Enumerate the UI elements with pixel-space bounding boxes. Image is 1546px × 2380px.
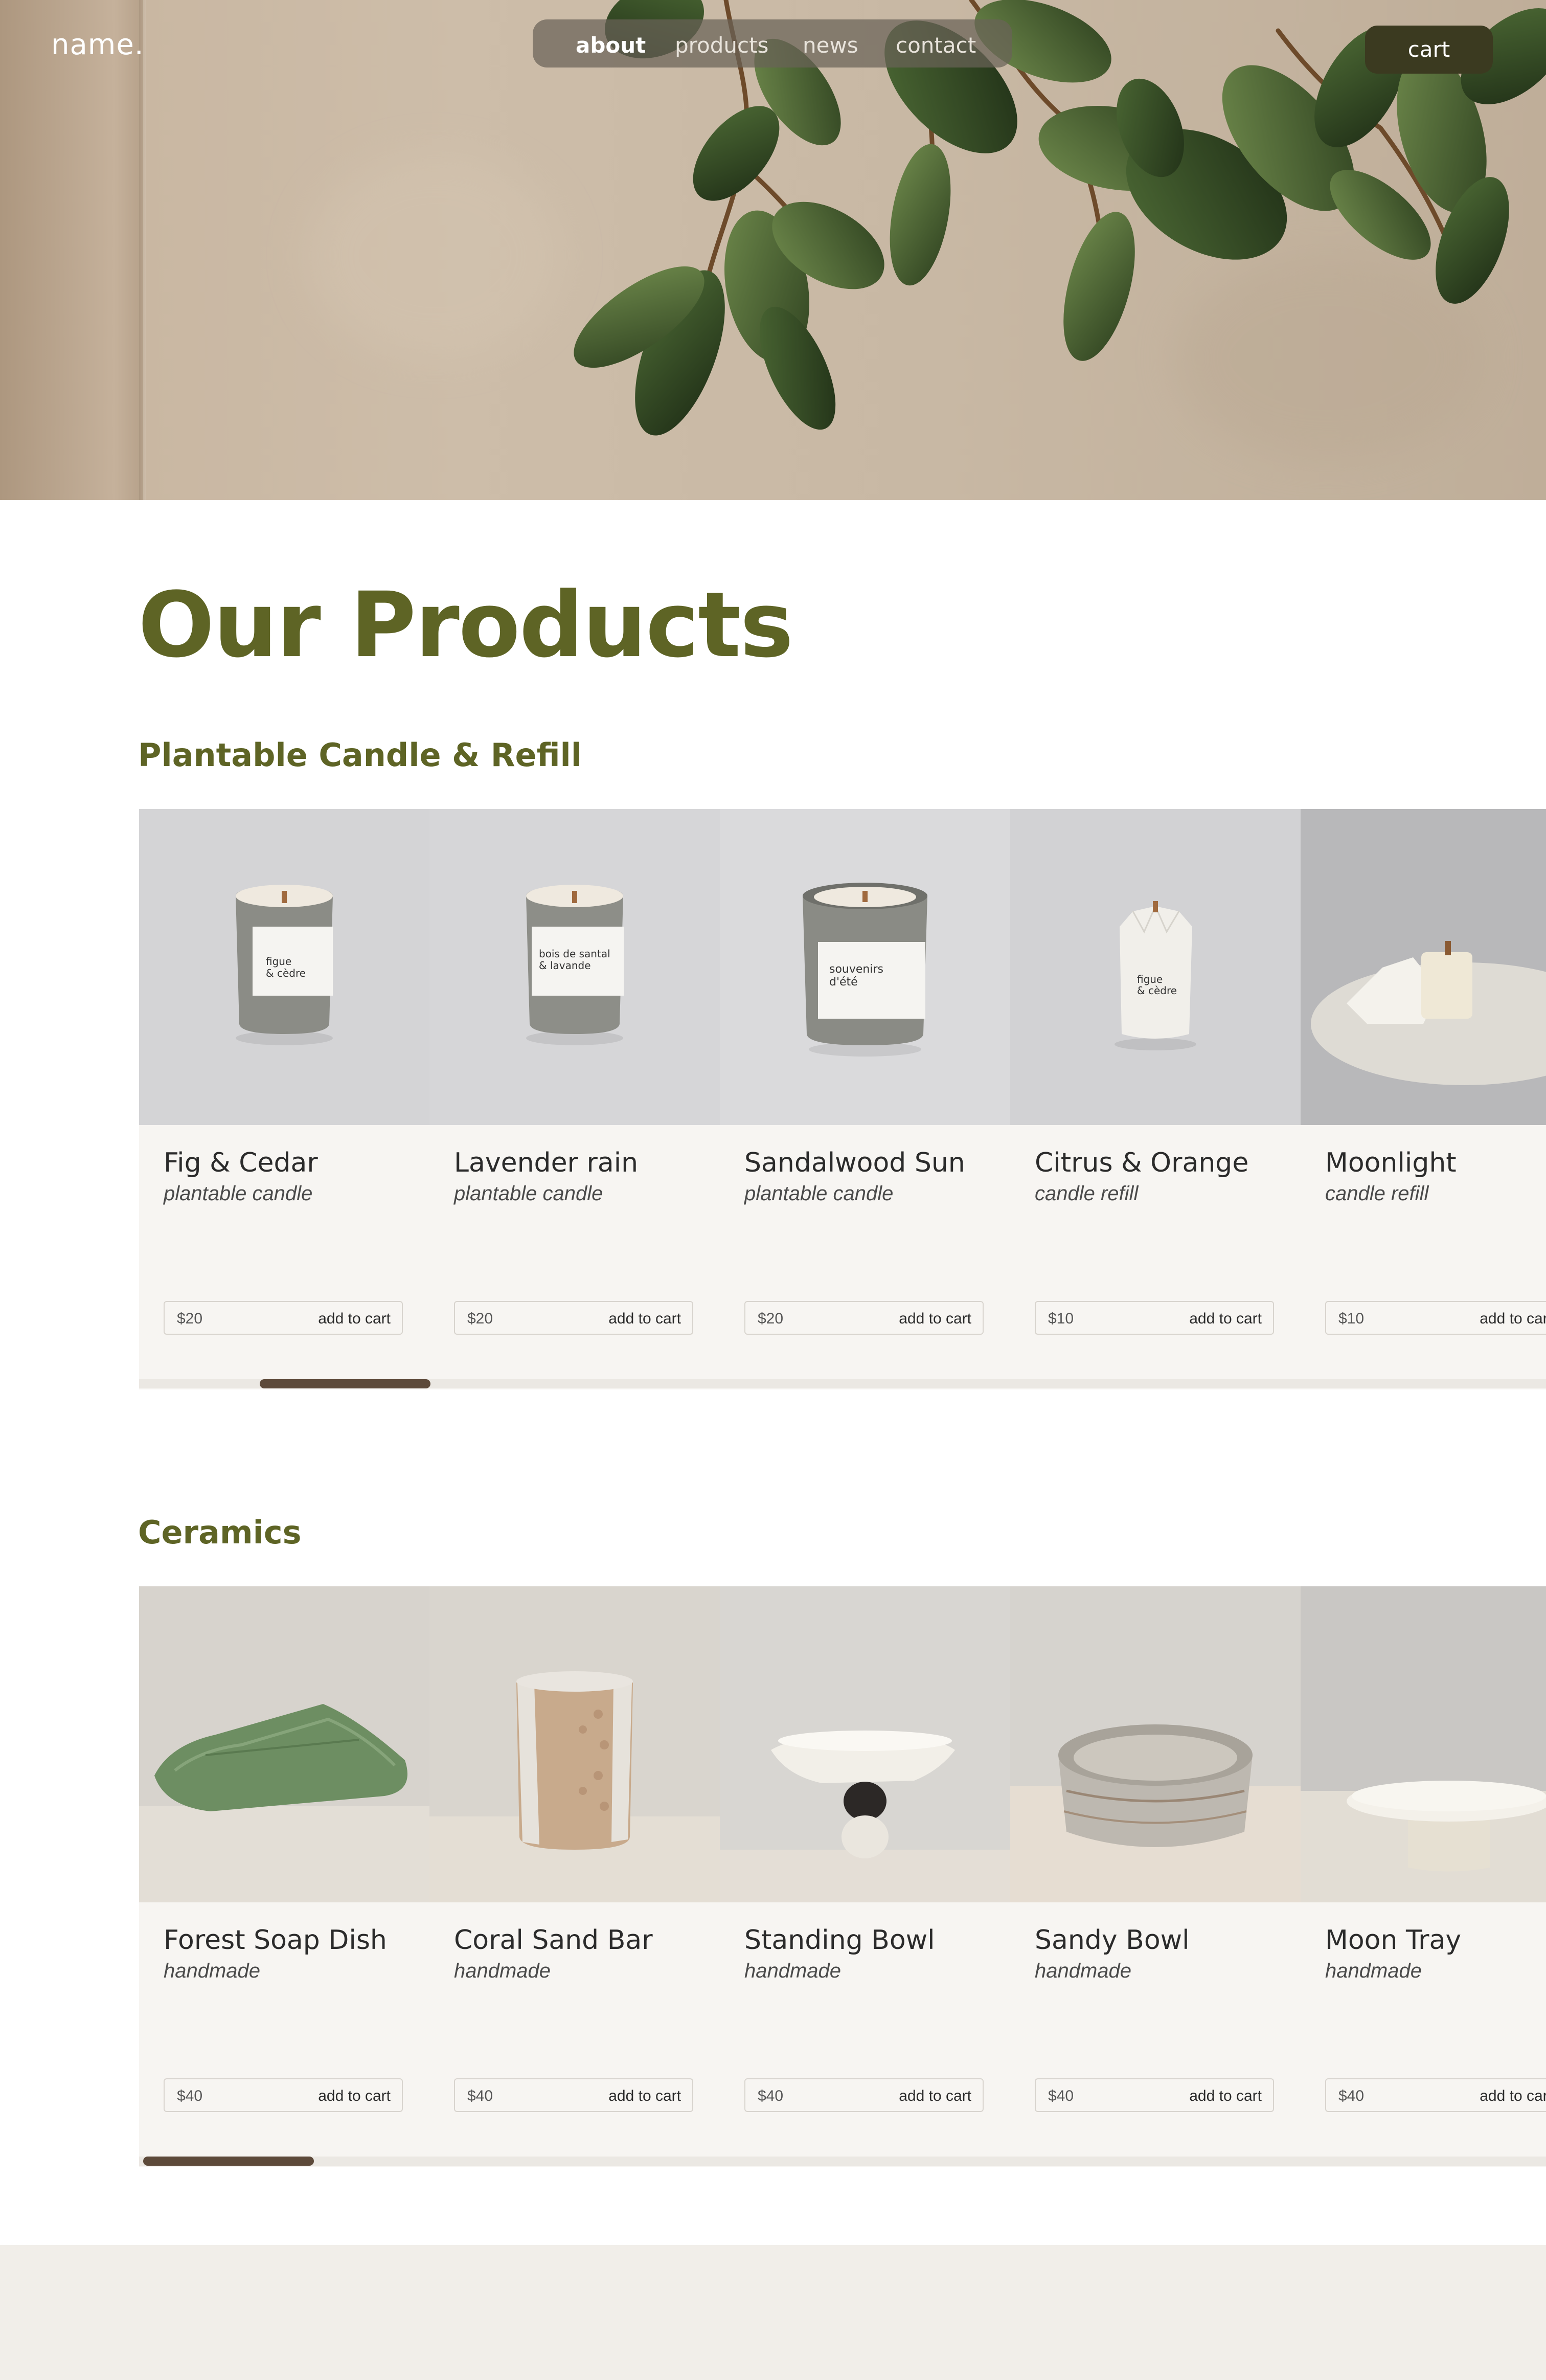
product-card[interactable]: figue & cèdre Fig & Cedar plantable cand… bbox=[139, 809, 429, 1389]
svg-text:figue: figue bbox=[1137, 973, 1163, 985]
product-card[interactable]: souvenirs d'été Sandalwood Sun plantable… bbox=[720, 809, 1010, 1389]
product-image[interactable]: souvenirs d'été bbox=[720, 809, 1010, 1125]
product-name[interactable]: Moon Tray bbox=[1325, 1925, 1461, 1956]
product-price: $40 bbox=[467, 2087, 493, 2104]
product-card[interactable]: Coral Sand Bar handmade $40 add to cart bbox=[429, 1586, 720, 2167]
nav-contact[interactable]: contact bbox=[896, 33, 976, 58]
svg-text:& lavande: & lavande bbox=[539, 959, 591, 972]
add-to-cart-label[interactable]: add to cart bbox=[899, 2087, 971, 2105]
product-price: $40 bbox=[758, 2087, 784, 2104]
product-subtitle: plantable candle bbox=[454, 1182, 603, 1205]
product-image[interactable] bbox=[1301, 1586, 1546, 1902]
add-to-cart-button[interactable]: $10 add to cart bbox=[1325, 1301, 1546, 1335]
product-name[interactable]: Coral Sand Bar bbox=[454, 1925, 653, 1956]
svg-text:figue: figue bbox=[266, 955, 291, 968]
footer bbox=[0, 2245, 1546, 2380]
add-to-cart-button[interactable]: $20 add to cart bbox=[454, 1301, 693, 1335]
product-name[interactable]: Moonlight bbox=[1325, 1148, 1457, 1178]
add-to-cart-label[interactable]: add to cart bbox=[318, 2087, 391, 2105]
add-to-cart-button[interactable]: $40 add to cart bbox=[164, 2078, 403, 2112]
product-price: $40 bbox=[1048, 2087, 1074, 2104]
plant-leaves-image bbox=[574, 0, 1546, 436]
product-card[interactable]: Sandy Bowl handmade $40 add to cart bbox=[1010, 1586, 1301, 2167]
product-carousel-ceramics[interactable]: Forest Soap Dish handmade $40 add to car… bbox=[139, 1586, 1546, 2167]
add-to-cart-label[interactable]: add to cart bbox=[1189, 1310, 1262, 1328]
svg-text:& cèdre: & cèdre bbox=[266, 967, 306, 979]
svg-text:souvenirs: souvenirs bbox=[829, 963, 883, 976]
carousel-scrollbar[interactable] bbox=[139, 2157, 1546, 2166]
brand-logo[interactable]: name. bbox=[51, 28, 144, 61]
product-subtitle: handmade bbox=[164, 1960, 261, 1982]
product-card[interactable]: Moonlight candle refill $10 add to cart bbox=[1301, 809, 1546, 1389]
product-image[interactable] bbox=[139, 1586, 429, 1902]
add-to-cart-label[interactable]: add to cart bbox=[608, 2087, 681, 2105]
product-subtitle: plantable candle bbox=[164, 1182, 313, 1205]
page-title: Our Products bbox=[138, 573, 793, 678]
add-to-cart-button[interactable]: $40 add to cart bbox=[1035, 2078, 1274, 2112]
add-to-cart-label[interactable]: add to cart bbox=[318, 1310, 391, 1328]
section-title-ceramics: Ceramics bbox=[138, 1514, 302, 1551]
product-subtitle: handmade bbox=[744, 1960, 842, 1982]
nav-news[interactable]: news bbox=[803, 33, 858, 58]
product-carousel-candles[interactable]: figue & cèdre Fig & Cedar plantable cand… bbox=[139, 809, 1546, 1389]
nav-about[interactable]: about bbox=[576, 33, 646, 58]
product-subtitle: handmade bbox=[1035, 1960, 1132, 1982]
product-name[interactable]: Sandalwood Sun bbox=[744, 1148, 965, 1178]
cart-button[interactable]: cart bbox=[1365, 26, 1493, 74]
product-name[interactable]: Sandy Bowl bbox=[1035, 1925, 1190, 1956]
section-title-candles: Plantable Candle & Refill bbox=[138, 736, 582, 774]
product-image[interactable] bbox=[429, 1586, 720, 1902]
carousel-scrollbar[interactable] bbox=[139, 1379, 1546, 1388]
product-image[interactable] bbox=[720, 1586, 1010, 1902]
add-to-cart-button[interactable]: $40 add to cart bbox=[1325, 2078, 1546, 2112]
nav-products[interactable]: products bbox=[675, 33, 768, 58]
product-price: $20 bbox=[758, 1310, 784, 1327]
product-price: $40 bbox=[1338, 2087, 1365, 2104]
product-image[interactable]: figue & cèdre bbox=[139, 809, 429, 1125]
add-to-cart-label[interactable]: add to cart bbox=[608, 1310, 681, 1328]
add-to-cart-label[interactable]: add to cart bbox=[1480, 1310, 1546, 1328]
add-to-cart-button[interactable]: $20 add to cart bbox=[164, 1301, 403, 1335]
product-card[interactable]: figue & cèdre Citrus & Orange candle ref… bbox=[1010, 809, 1301, 1389]
add-to-cart-button[interactable]: $40 add to cart bbox=[744, 2078, 984, 2112]
product-name[interactable]: Forest Soap Dish bbox=[164, 1925, 387, 1956]
carousel-scroll-thumb[interactable] bbox=[260, 1379, 430, 1388]
add-to-cart-button[interactable]: $10 add to cart bbox=[1035, 1301, 1274, 1335]
svg-text:bois de santal: bois de santal bbox=[539, 948, 610, 960]
product-card[interactable]: bois de santal & lavande Lavender rain p… bbox=[429, 809, 720, 1389]
svg-text:d'été: d'été bbox=[829, 976, 858, 989]
add-to-cart-label[interactable]: add to cart bbox=[1480, 2087, 1546, 2105]
svg-text:& cèdre: & cèdre bbox=[1137, 984, 1177, 997]
product-price: $10 bbox=[1338, 1310, 1365, 1327]
product-card[interactable]: Standing Bowl handmade $40 add to cart bbox=[720, 1586, 1010, 2167]
add-to-cart-button[interactable]: $20 add to cart bbox=[744, 1301, 984, 1335]
add-to-cart-button[interactable]: $40 add to cart bbox=[454, 2078, 693, 2112]
product-price: $20 bbox=[177, 1310, 203, 1327]
product-image[interactable] bbox=[1301, 809, 1546, 1125]
carousel-scroll-thumb[interactable] bbox=[143, 2157, 314, 2166]
product-price: $10 bbox=[1048, 1310, 1074, 1327]
product-image[interactable] bbox=[1010, 1586, 1301, 1902]
product-subtitle: handmade bbox=[454, 1960, 551, 1982]
product-image[interactable]: bois de santal & lavande bbox=[429, 809, 720, 1125]
product-name[interactable]: Lavender rain bbox=[454, 1148, 638, 1178]
product-price: $20 bbox=[467, 1310, 493, 1327]
product-subtitle: plantable candle bbox=[744, 1182, 894, 1205]
add-to-cart-label[interactable]: add to cart bbox=[899, 1310, 971, 1328]
product-subtitle: handmade bbox=[1325, 1960, 1422, 1982]
product-name[interactable]: Citrus & Orange bbox=[1035, 1148, 1248, 1178]
add-to-cart-label[interactable]: add to cart bbox=[1189, 2087, 1262, 2105]
hero-banner: name. about products news contact cart bbox=[0, 0, 1546, 500]
product-subtitle: candle refill bbox=[1325, 1182, 1429, 1205]
product-name[interactable]: Standing Bowl bbox=[744, 1925, 935, 1956]
product-subtitle: candle refill bbox=[1035, 1182, 1139, 1205]
product-price: $40 bbox=[177, 2087, 203, 2104]
product-card[interactable]: Forest Soap Dish handmade $40 add to car… bbox=[139, 1586, 429, 2167]
product-name[interactable]: Fig & Cedar bbox=[164, 1148, 318, 1178]
product-image[interactable]: figue & cèdre bbox=[1010, 809, 1301, 1125]
product-card[interactable]: Moon Tray handmade $40 add to cart bbox=[1301, 1586, 1546, 2167]
